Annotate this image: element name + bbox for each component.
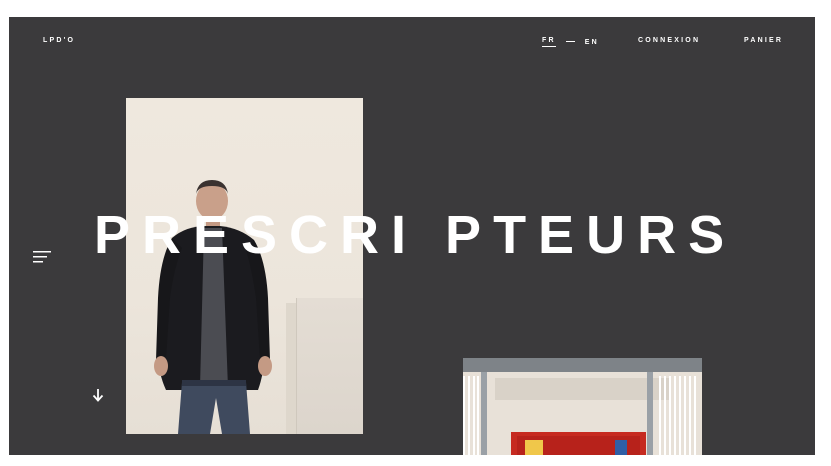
login-link[interactable]: CONNEXION xyxy=(638,37,700,44)
cart-link[interactable]: PANIER xyxy=(744,37,783,44)
page-frame: LPD'O FR EN CONNEXION PANIER PRESCRI PTE… xyxy=(9,17,815,455)
arrow-down-icon[interactable] xyxy=(92,388,104,402)
lang-en-link[interactable]: EN xyxy=(585,39,599,46)
portrait-photo xyxy=(126,98,363,434)
top-navigation: LPD'O FR EN CONNEXION PANIER xyxy=(9,17,815,63)
interior-photo xyxy=(463,358,702,455)
hero-title: PRESCRI PTEURS xyxy=(94,205,737,265)
lang-separator xyxy=(565,40,575,42)
interior-scene xyxy=(463,358,702,455)
lang-fr-link[interactable]: FR xyxy=(542,37,556,47)
menu-icon[interactable] xyxy=(33,250,51,264)
person-figure xyxy=(154,180,272,434)
logo-link[interactable]: LPD'O xyxy=(43,37,75,44)
language-switcher: FR EN xyxy=(542,37,599,47)
